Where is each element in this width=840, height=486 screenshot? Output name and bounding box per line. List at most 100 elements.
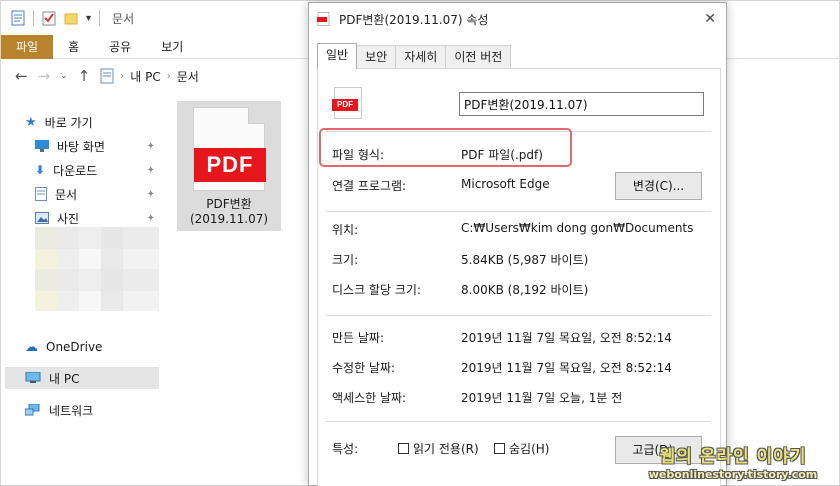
star-icon: ★ [25,114,37,130]
file-name-input[interactable] [459,92,704,116]
breadcrumb-separator: › [120,70,125,82]
sidebar-item-label: OneDrive [46,340,103,354]
opens-with-label: 연결 프로그램: [332,179,407,193]
dialog-title: PDF변환(2019.11.07) 속성 [339,12,489,27]
pin-icon: ✦ [146,164,155,176]
created-row: 만든 날짜: 2019년 11월 7일 목요일, 오전 8:52:14 [332,329,717,345]
pictures-icon [35,212,49,224]
tab-general[interactable]: 일반 [317,43,358,69]
sidebar-item-documents[interactable]: 문서 ✦ [35,183,159,205]
readonly-label: 읽기 전용(R) [413,442,479,456]
sidebar-item-desktop[interactable]: 바탕 화면 ✦ [35,135,159,157]
documents-icon [35,187,47,201]
size-on-disk-label: 디스크 할당 크기: [332,283,421,297]
location-row: 위치: C:₩Users₩kim dong gon₩Documents [332,221,717,237]
location-label: 위치: [332,223,359,237]
dialog-titlebar: PDF변환(2019.11.07) 속성 [309,3,728,35]
network-icon [25,403,40,415]
created-label: 만든 날짜: [332,331,385,345]
computer-icon [25,372,41,383]
sidebar-item-label: 바로 가기 [44,115,93,130]
file-item-pdf[interactable]: PDF PDF변환 (2019.11.07) [177,101,281,231]
divider [326,421,711,422]
pdf-file-icon: PDF [193,107,266,191]
documents-icon [100,68,114,84]
tab-security[interactable]: 보안 [356,45,397,69]
size-row: 크기: 5.84KB (5,987 바이트) [332,251,717,267]
sidebar-item-label: 다운로드 [53,163,98,178]
accessed-row: 액세스한 날짜: 2019년 11월 7일 오늘, 1분 전 [332,389,717,405]
file-type-value: PDF 파일(.pdf) [461,148,543,162]
accessed-label: 액세스한 날짜: [332,391,407,405]
ribbon-tab-share[interactable]: 공유 [94,35,146,59]
file-name-line1: PDF변환 [206,197,252,211]
watermark-url: webonlinestory.tistory.com [648,468,818,481]
size-value: 5.84KB (5,987 바이트) [461,253,589,267]
sidebar-item-label: 네트워크 [49,403,94,418]
modified-row: 수정한 날짜: 2019년 11월 7일 목요일, 오전 8:52:14 [332,359,717,375]
file-type-label: 파일 형식: [332,148,385,162]
breadcrumb-separator: › [166,70,171,82]
download-arrow-icon: ⬇ [35,163,46,177]
size-label: 크기: [332,253,359,267]
ribbon-tab-file[interactable]: 파일 [1,35,54,59]
file-name-label: PDF변환 (2019.11.07) [177,197,281,227]
attributes-row: 특성: 읽기 전용(R) 숨김(H) [332,440,632,458]
breadcrumb-this-pc[interactable]: 내 PC [130,68,160,85]
pin-icon: ✦ [146,140,155,152]
accessed-value: 2019년 11월 7일 오늘, 1분 전 [461,391,623,405]
recent-locations-chevron-icon[interactable]: ⌄ [60,71,68,81]
sidebar-item-label: 바탕 화면 [57,139,105,154]
hidden-label: 숨김(H) [509,442,550,456]
pin-icon: ✦ [146,212,155,224]
breadcrumb-documents[interactable]: 문서 [177,68,199,85]
attributes-label: 특성: [332,442,359,456]
new-folder-icon[interactable] [64,10,78,26]
change-button[interactable]: 변경(C)... [615,172,702,200]
properties-dialog: PDF변환(2019.11.07) 속성 ✕ 일반 보안 자세히 이전 버전 P… [308,2,727,486]
pdf-badge: PDF [194,148,266,182]
sidebar-item-downloads[interactable]: ⬇ 다운로드 ✦ [35,159,159,181]
back-arrow-icon[interactable]: ← [15,67,28,85]
sidebar-item-this-pc[interactable]: 내 PC [5,367,159,389]
sidebar-item-network[interactable]: 네트워크 [25,399,159,421]
tab-previous-versions[interactable]: 이전 버전 [445,45,512,69]
readonly-checkbox[interactable]: 읽기 전용(R) [398,440,479,457]
sidebar-item-pictures[interactable]: 사진 ✦ [35,207,159,229]
properties-icon[interactable] [11,10,25,26]
location-value: C:₩Users₩kim dong gon₩Documents [461,221,694,235]
sidebar-item-label: 사진 [57,211,80,226]
sidebar-item-label: 내 PC [49,371,80,386]
breadcrumb[interactable]: › 내 PC › 문서 [100,68,199,85]
sidebar-item-onedrive[interactable]: ☁ OneDrive [25,336,159,358]
up-arrow-icon[interactable]: ↑ [78,67,91,85]
divider [326,315,711,316]
checkmark-icon[interactable] [42,10,56,26]
sidebar-item-quick-access[interactable]: ★ 바로 가기 [25,111,159,133]
opens-with-value: Microsoft Edge [461,177,550,191]
dialog-tabs: 일반 보안 자세히 이전 버전 [317,43,512,69]
general-tab-panel: PDF 파일 형식: PDF 파일(.pdf) 연결 프로그램: Microso… [317,68,721,486]
checkbox-box[interactable] [494,443,505,454]
ribbon-tab-home[interactable]: 홈 [53,35,94,59]
desktop-icon [35,140,49,152]
sidebar-item-label: 문서 [55,187,78,202]
customize-toolbar-dropdown[interactable]: ▾ [86,13,91,24]
hidden-checkbox[interactable]: 숨김(H) [494,440,549,457]
tab-details[interactable]: 자세히 [395,45,447,69]
ribbon-tab-view[interactable]: 보기 [146,35,198,59]
pdf-badge: PDF [332,99,358,111]
forward-arrow-icon[interactable]: → [38,67,51,85]
modified-value: 2019년 11월 7일 목요일, 오전 8:52:14 [461,361,672,375]
watermark-title: 웹의 온라인 이야기 [659,447,807,467]
title-divider [99,10,101,26]
close-icon[interactable]: ✕ [704,11,716,27]
pdf-file-icon: PDF [332,87,362,119]
checkbox-box[interactable] [398,443,409,454]
window-title: 문서 [112,11,135,26]
modified-label: 수정한 날짜: [332,361,396,375]
created-value: 2019년 11월 7일 목요일, 오전 8:52:14 [461,331,672,345]
file-type-row: 파일 형식: PDF 파일(.pdf) [332,146,717,162]
pdf-icon [317,12,330,26]
cloud-icon: ☁ [25,339,38,355]
